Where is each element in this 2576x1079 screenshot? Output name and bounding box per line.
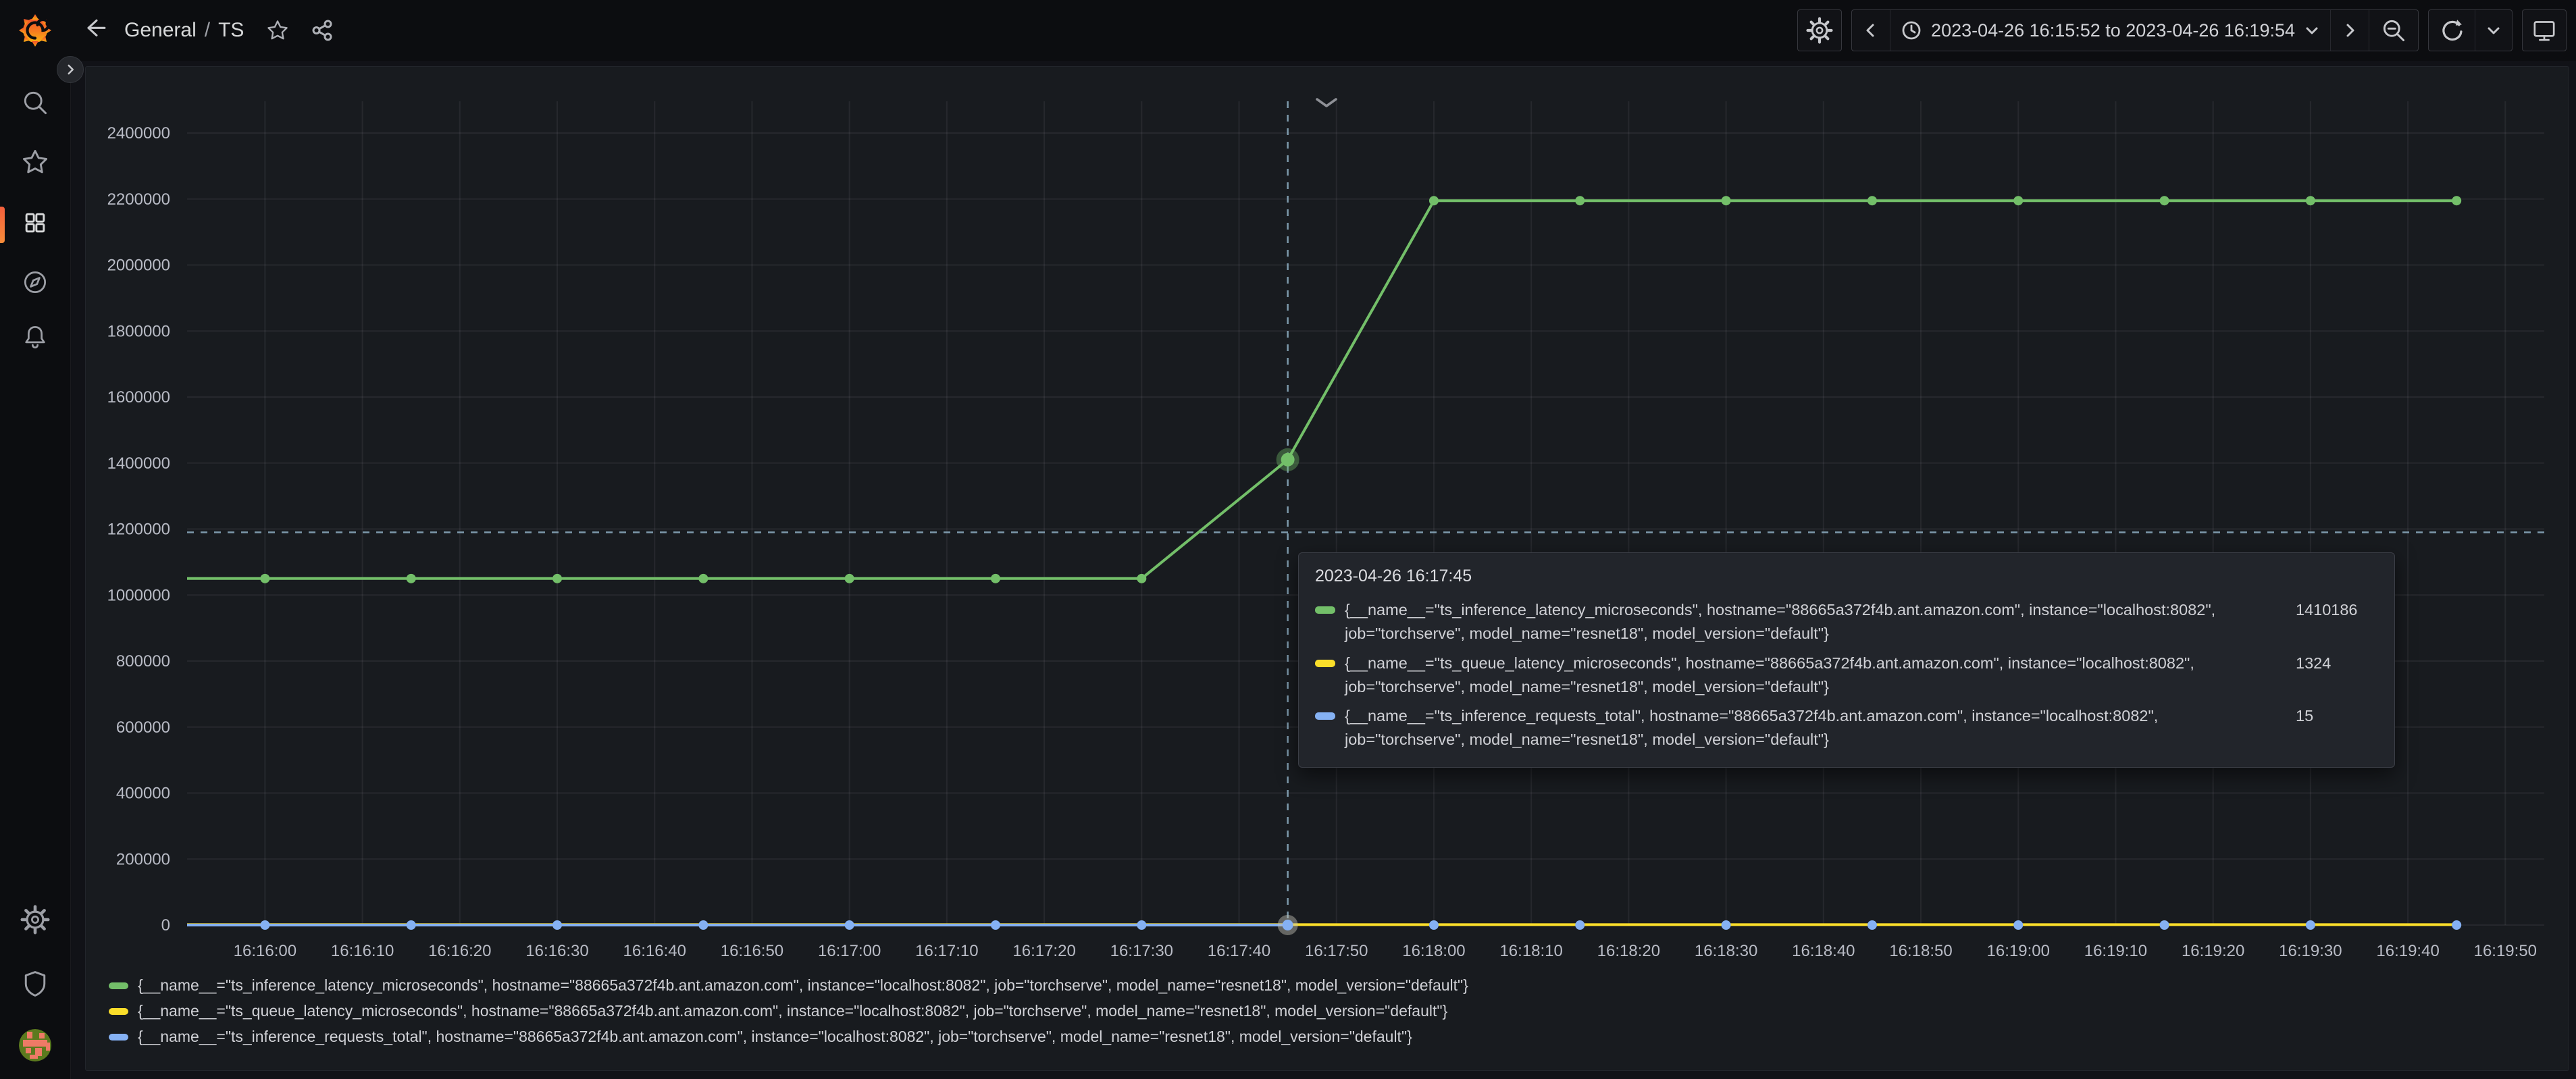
shield-icon — [20, 969, 50, 999]
tooltip-series-value: 1324 — [2289, 652, 2378, 675]
expand-sidebar-button[interactable] — [57, 56, 84, 83]
chevron-down-icon — [2304, 23, 2319, 38]
dashboards-grid-icon — [20, 208, 50, 238]
topbar-right: 2023-04-26 16:15:52 to 2023-04-26 16:19:… — [1797, 9, 2567, 51]
chevron-down-icon — [1315, 97, 1338, 108]
refresh-group — [2428, 9, 2513, 51]
legend-swatch-yellow — [109, 1008, 128, 1015]
refresh-interval-dropdown[interactable] — [2475, 10, 2512, 51]
chevron-right-icon — [64, 63, 76, 76]
breadcrumb-dashboard[interactable]: TS — [218, 19, 244, 42]
legend: {__name__="ts_inference_latency_microsec… — [109, 976, 1468, 1046]
sidebar-item-server-admin[interactable] — [16, 965, 54, 1003]
sidebar-item-explore[interactable] — [16, 263, 54, 301]
grafana-logo[interactable] — [0, 11, 70, 49]
refresh-button[interactable] — [2429, 10, 2475, 51]
sidebar-item-configuration[interactable] — [16, 901, 54, 939]
sidebar-item-alerting[interactable] — [16, 319, 54, 357]
breadcrumb-folder[interactable]: General — [124, 19, 197, 42]
breadcrumb: General / TS — [124, 19, 244, 42]
legend-item[interactable]: {__name__="ts_inference_latency_microsec… — [109, 976, 1468, 995]
time-picker-group: 2023-04-26 16:15:52 to 2023-04-26 16:19:… — [1851, 9, 2419, 51]
tooltip-swatch-yellow — [1315, 660, 1335, 667]
bell-icon — [20, 323, 50, 352]
legend-label: {__name__="ts_inference_latency_microsec… — [138, 976, 1468, 995]
monitor-icon — [2531, 17, 2558, 44]
clock-icon — [1901, 20, 1922, 41]
legend-swatch-blue — [109, 1034, 128, 1041]
top-bar: General / TS — [0, 0, 2576, 61]
user-profile-avatar[interactable] — [19, 1029, 51, 1061]
gear-icon — [20, 905, 50, 935]
sidebar-item-search[interactable] — [16, 84, 54, 122]
chevron-right-icon — [2342, 22, 2358, 38]
star-dashboard-button[interactable] — [259, 11, 297, 49]
legend-swatch-green — [109, 982, 128, 989]
zoom-out-icon — [2380, 17, 2407, 44]
sidebar-item-dashboards[interactable] — [16, 204, 54, 242]
zoom-out-time-button[interactable] — [2369, 10, 2418, 51]
legend-label: {__name__="ts_queue_latency_microseconds… — [138, 1002, 1447, 1020]
time-range-text: 2023-04-26 16:15:52 to 2023-04-26 16:19:… — [1931, 20, 2295, 41]
time-range-forward-button[interactable] — [2330, 10, 2369, 51]
tooltip-series-label: {__name__="ts_inference_requests_total",… — [1345, 704, 2279, 752]
tooltip-series-label: {__name__="ts_inference_latency_microsec… — [1345, 598, 2279, 646]
gear-icon — [1806, 17, 1833, 44]
legend-label: {__name__="ts_inference_requests_total",… — [138, 1028, 1412, 1046]
star-icon — [265, 18, 290, 43]
share-icon — [311, 19, 334, 42]
grafana-logo-icon — [16, 11, 54, 49]
chevron-left-icon — [1863, 22, 1879, 38]
time-range-display[interactable]: 2023-04-26 16:15:52 to 2023-04-26 16:19:… — [1890, 10, 2330, 51]
dashboard-settings-button[interactable] — [1797, 9, 1842, 51]
tooltip-row: {__name__="ts_inference_requests_total",… — [1315, 704, 2378, 752]
tooltip-timestamp: 2023-04-26 16:17:45 — [1315, 567, 2378, 586]
tooltip-series-label: {__name__="ts_queue_latency_microseconds… — [1345, 652, 2279, 700]
tooltip-series-value: 15 — [2289, 704, 2378, 728]
cycle-view-mode-button[interactable] — [2522, 9, 2567, 51]
legend-item[interactable]: {__name__="ts_queue_latency_microseconds… — [109, 1002, 1468, 1020]
refresh-icon — [2440, 18, 2464, 43]
chevron-down-icon — [2486, 23, 2501, 38]
sidebar-item-starred[interactable] — [16, 143, 54, 181]
legend-item[interactable]: {__name__="ts_inference_requests_total",… — [109, 1028, 1468, 1046]
star-icon — [20, 147, 50, 177]
tooltip-swatch-green — [1315, 606, 1335, 614]
avatar-icon — [19, 1029, 51, 1061]
search-icon — [20, 88, 50, 117]
topbar-left: General / TS — [0, 11, 341, 49]
arrow-left-icon — [81, 16, 111, 45]
sidebar — [0, 61, 71, 1079]
time-range-back-button[interactable] — [1852, 10, 1890, 51]
chart-tooltip: 2023-04-26 16:17:45 {__name__="ts_infere… — [1298, 552, 2395, 768]
tooltip-row: {__name__="ts_inference_latency_microsec… — [1315, 598, 2378, 646]
share-dashboard-button[interactable] — [303, 11, 341, 49]
active-section-indicator — [0, 207, 5, 243]
breadcrumb-separator: / — [205, 19, 210, 42]
tooltip-row: {__name__="ts_queue_latency_microseconds… — [1315, 652, 2378, 700]
tooltip-swatch-blue — [1315, 712, 1335, 720]
back-button[interactable] — [77, 11, 115, 49]
tooltip-series-value: 1410186 — [2289, 598, 2378, 622]
panel-menu-caret[interactable] — [1315, 97, 1338, 111]
compass-icon — [20, 267, 50, 297]
